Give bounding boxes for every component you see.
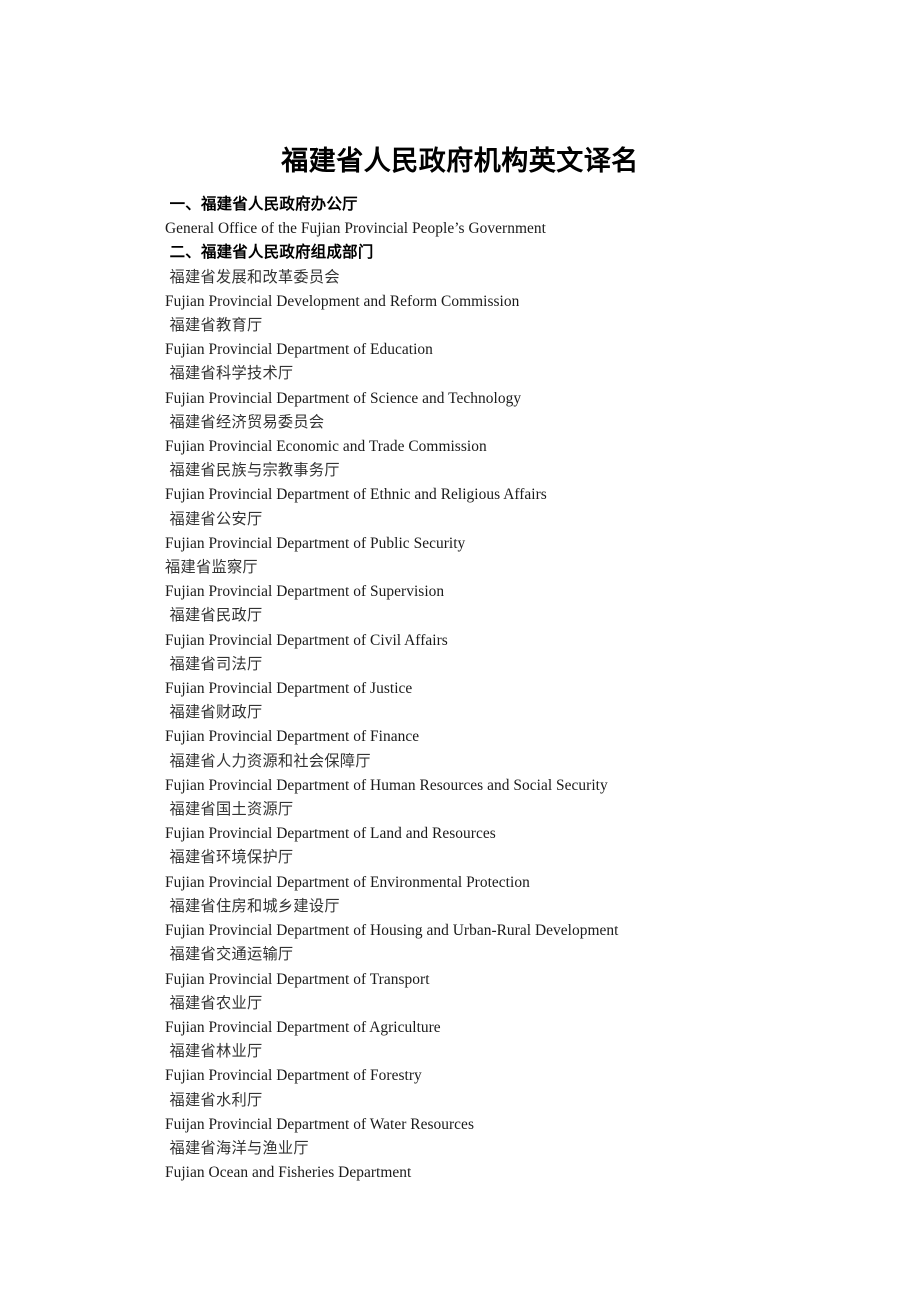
agency-name-cn: 福建省公安厅: [165, 510, 263, 528]
agency-name-en: Fujian Provincial Department of Finance: [165, 728, 420, 746]
agency-name-cn: 福建省海洋与渔业厅: [165, 1139, 309, 1157]
agency-name-en: Fuijan Provincial Department of Water Re…: [165, 1115, 474, 1133]
agency-list: 一、福建省人民政府办公厅 General Office of the Fujian…: [165, 193, 885, 1185]
agency-name-en: Fujian Provincial Department of Land and…: [165, 825, 496, 843]
agency-name-en: General Office of the Fujian Provincial …: [165, 220, 546, 238]
agency-name-en: Fujian Provincial Department of Educatio…: [165, 341, 433, 359]
agency-name-cn: 福建省人力资源和社会保障厅: [165, 752, 371, 770]
agency-name-en: Fujian Provincial Department of Ethnic a…: [165, 486, 547, 504]
agency-name-en: Fujian Provincial Department of Science …: [165, 389, 522, 407]
agency-name-en: Fujian Provincial Department of Transpor…: [165, 970, 430, 988]
agency-name-en: Fujian Provincial Department of Housing …: [165, 922, 619, 940]
agency-name-cn: 福建省交通运输厅: [165, 946, 294, 964]
agency-name-cn: 福建省财政厅: [165, 704, 263, 722]
agency-name-cn: 福建省民政厅: [165, 607, 263, 625]
section-heading: 二、福建省人民政府组成部门: [165, 244, 374, 262]
agency-name-cn: 福建省环境保护厅: [165, 849, 294, 867]
page-title: 福建省人民政府机构英文译名: [281, 146, 639, 177]
agency-name-cn: 福建省水利厅: [165, 1091, 263, 1109]
agency-name-cn: 福建省国土资源厅: [165, 801, 294, 819]
agency-name-cn: 福建省教育厅: [165, 317, 263, 335]
agency-name-cn: 福建省住房和城乡建设厅: [165, 897, 340, 915]
agency-name-cn: 福建省民族与宗教事务厅: [165, 462, 340, 480]
agency-name-cn: 福建省林业厅: [165, 1043, 263, 1061]
agency-name-cn: 福建省经济贸易委员会: [165, 413, 325, 431]
agency-name-en: Fujian Provincial Department of Supervis…: [165, 583, 445, 601]
agency-name-en: Fujian Ocean and Fisheries Department: [165, 1164, 412, 1182]
section-heading: 一、福建省人民政府办公厅: [165, 196, 358, 213]
agency-name-en: Fujian Provincial Department of Environm…: [165, 873, 530, 891]
agency-name-cn: 福建省科学技术厅: [165, 365, 294, 383]
agency-name-en: Fujian Provincial Department of Justice: [165, 680, 413, 698]
agency-name-cn: 福建省农业厅: [165, 994, 263, 1012]
agency-name-en: Fujian Provincial Development and Reform…: [165, 292, 520, 310]
document-page: 福建省人民政府机构英文译名 一、福建省人民政府办公厅 General Office…: [0, 0, 920, 1302]
agency-name-cn: 福建省监察厅: [165, 559, 258, 577]
agency-name-cn: 福建省司法厅: [165, 655, 263, 673]
agency-name-en: Fujian Provincial Department of Public S…: [165, 534, 466, 552]
agency-name-en: Fujian Provincial Economic and Trade Com…: [165, 438, 487, 456]
agency-name-en: Fujian Provincial Department of Civil Af…: [165, 631, 448, 649]
agency-name-cn: 福建省发展和改革委员会: [165, 268, 340, 286]
agency-name-en: Fujian Provincial Department of Human Re…: [165, 776, 608, 794]
agency-name-en: Fujian Provincial Department of Forestry: [165, 1067, 422, 1085]
agency-name-en: Fujian Provincial Department of Agricult…: [165, 1018, 441, 1036]
